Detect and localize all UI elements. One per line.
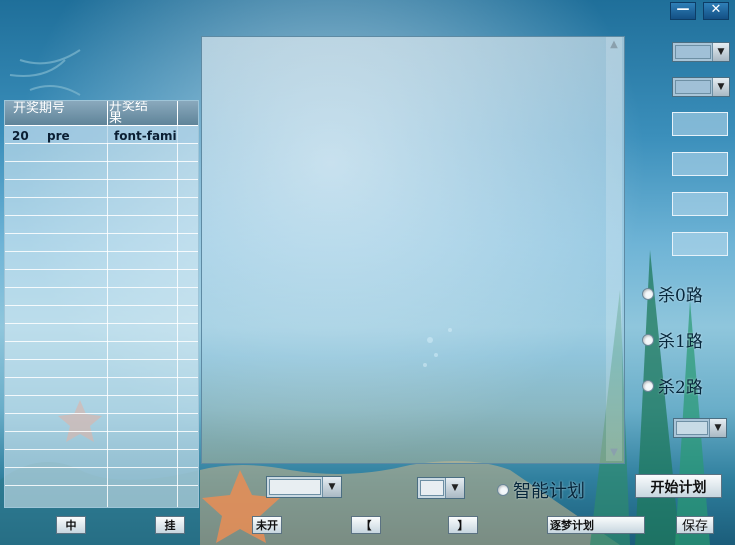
bottom-dropdown-2[interactable]: ▼	[417, 477, 465, 499]
column-header-period[interactable]: 开奖期号	[13, 101, 105, 125]
column-separator	[177, 101, 178, 125]
radio-circle-icon	[497, 484, 509, 496]
main-window: — ✕ 开奖期号 开奖结果 20 pre font-fami ▲ ▼ ▼ ▼ 杀…	[0, 0, 735, 545]
start-plan-button[interactable]: 开始计划	[635, 474, 722, 498]
radio-kill-2[interactable]: 杀2路	[642, 373, 703, 398]
option-dropdown-2[interactable]: ▼	[672, 77, 730, 97]
chevron-down-icon[interactable]: ▼	[709, 419, 726, 437]
option-dropdown-1[interactable]: ▼	[672, 42, 730, 62]
close-button[interactable]: ✕	[703, 2, 729, 20]
dream-plan-button[interactable]: 逐梦计划	[547, 516, 645, 534]
minimize-button[interactable]: —	[670, 2, 696, 20]
option-dropdown-3[interactable]: ▼	[673, 418, 727, 438]
input-box-1[interactable]	[672, 112, 728, 136]
next-button[interactable]: 】	[448, 516, 478, 534]
scroll-down-icon[interactable]: ▼	[606, 445, 622, 461]
cell-result: font-fami	[114, 129, 177, 143]
input-box-2[interactable]	[672, 152, 728, 176]
column-header-result[interactable]: 开奖结果	[109, 101, 157, 125]
save-button[interactable]: 保存	[676, 516, 714, 534]
not-opened-button[interactable]: 未开	[252, 516, 282, 534]
chevron-down-icon[interactable]: ▼	[712, 43, 729, 61]
cell-period: 20	[12, 129, 29, 143]
chevron-down-icon[interactable]: ▼	[445, 478, 464, 498]
radio-circle-icon	[642, 379, 654, 392]
radio-smart-plan[interactable]: 智能计划	[497, 477, 585, 503]
radio-kill-0[interactable]: 杀0路	[642, 281, 703, 306]
miss-button[interactable]: 挂	[155, 516, 185, 534]
history-table[interactable]: 开奖期号 开奖结果 20 pre font-fami	[4, 100, 199, 508]
input-box-3[interactable]	[672, 192, 728, 216]
vertical-scrollbar[interactable]: ▲ ▼	[606, 37, 622, 461]
scroll-up-icon[interactable]: ▲	[606, 37, 622, 53]
bottom-dropdown-1[interactable]: ▼	[266, 476, 342, 498]
chevron-down-icon[interactable]: ▼	[322, 477, 341, 497]
radio-circle-icon	[642, 287, 654, 300]
prev-button[interactable]: 【	[351, 516, 381, 534]
chevron-down-icon[interactable]: ▼	[712, 78, 729, 96]
column-separator	[107, 101, 108, 125]
plan-output-textarea[interactable]	[201, 36, 625, 464]
table-header: 开奖期号 开奖结果	[5, 101, 198, 126]
hit-button[interactable]: 中	[56, 516, 86, 534]
input-box-4[interactable]	[672, 232, 728, 256]
radio-kill-1[interactable]: 杀1路	[642, 327, 703, 352]
radio-circle-icon	[642, 333, 654, 346]
cell-period-extra: pre	[47, 129, 70, 143]
